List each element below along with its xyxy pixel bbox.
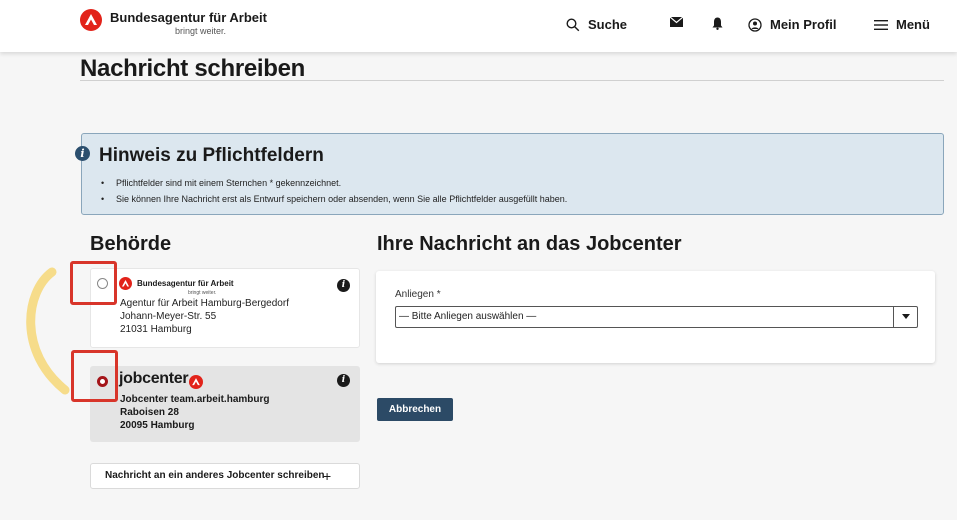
notice-item: Sie können Ihre Nachricht erst als Entwu…	[101, 194, 567, 204]
authority-title: Behörde	[90, 233, 172, 255]
top-header: Bundesagentur für Arbeit bringt weiter. …	[0, 0, 957, 52]
card-street: Raboisen 28	[120, 407, 179, 418]
title-divider	[80, 80, 944, 81]
highlight-frame	[70, 261, 117, 305]
other-jobcenter-button[interactable]: Nachricht an ein anderes Jobcenter schre…	[90, 463, 360, 489]
card-name: Agentur für Arbeit Hamburg-Bergedorf	[120, 298, 289, 309]
card-street: Johann-Meyer-Str. 55	[120, 311, 217, 322]
page-title: Nachricht schreiben	[80, 55, 306, 82]
user-circle-icon	[748, 17, 762, 32]
card-brand: Bundesagentur für Arbeit	[137, 279, 234, 288]
hamburger-icon	[874, 19, 888, 30]
concern-select[interactable]: — Bitte Anliegen auswählen —	[395, 306, 918, 328]
menu-label: Menü	[896, 17, 930, 32]
info-icon[interactable]: i	[337, 374, 350, 387]
cancel-button[interactable]: Abbrechen	[377, 398, 453, 421]
search-icon	[566, 17, 580, 31]
notifications-nav[interactable]	[712, 17, 731, 30]
notice-title: Hinweis zu Pflichtfeldern	[99, 145, 324, 166]
profile-nav[interactable]: Mein Profil	[748, 17, 836, 32]
info-icon[interactable]: i	[337, 279, 350, 292]
notice-list: Pflichtfelder sind mit einem Sternchen *…	[101, 178, 567, 210]
highlight-frame	[71, 350, 118, 402]
ba-logo-icon[interactable]	[80, 9, 102, 31]
jobcenter-logo-icon	[189, 375, 203, 389]
plus-icon: +	[323, 468, 332, 484]
envelope-icon	[670, 17, 683, 27]
brand-tagline: bringt weiter.	[175, 26, 227, 36]
chevron-down-icon[interactable]	[893, 306, 918, 328]
concern-label: Anliegen *	[395, 289, 441, 300]
menu-nav[interactable]: Menü	[874, 17, 930, 32]
card-city: 20095 Hamburg	[120, 420, 195, 431]
other-jobcenter-label: Nachricht an ein anderes Jobcenter schre…	[105, 470, 325, 481]
message-title: Ihre Nachricht an das Jobcenter	[377, 233, 682, 255]
ba-logo-icon	[119, 277, 132, 290]
info-icon: i	[75, 146, 90, 161]
card-tagline: bringt weiter.	[188, 290, 217, 296]
card-city: 21031 Hamburg	[120, 324, 192, 335]
notice-item: Pflichtfelder sind mit einem Sternchen *…	[101, 178, 567, 188]
bell-icon	[712, 17, 723, 30]
jobcenter-logo: jobcenter	[119, 370, 189, 387]
search-label: Suche	[588, 17, 628, 32]
search-nav[interactable]: Suche	[566, 17, 627, 32]
profile-label: Mein Profil	[770, 17, 837, 32]
card-name: Jobcenter team.arbeit.hamburg	[120, 394, 270, 405]
messages-nav[interactable]	[670, 17, 691, 27]
brand-name[interactable]: Bundesagentur für Arbeit	[110, 10, 267, 25]
